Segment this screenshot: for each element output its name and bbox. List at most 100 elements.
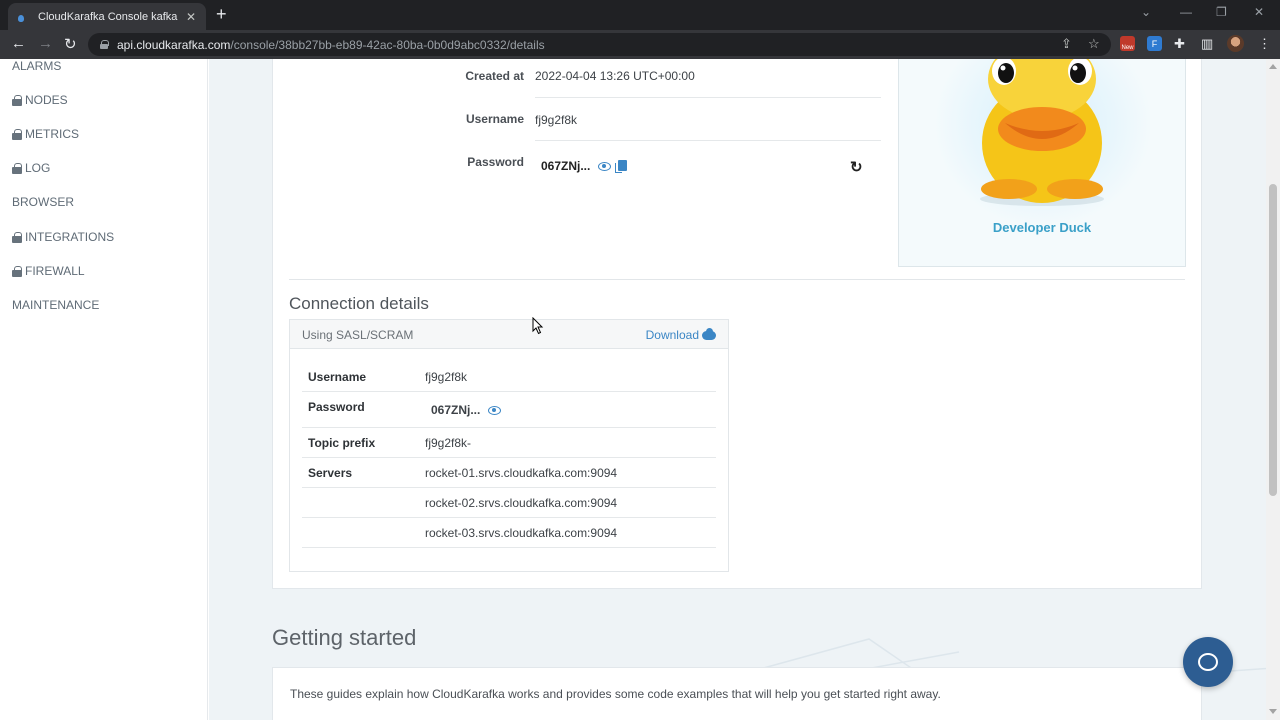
favicon-icon [18,12,28,22]
conn-password-value: 067ZNj... [431,403,501,417]
connection-details-box: Using SASL/SCRAM Download Username fj9g2… [289,319,729,572]
browser-menu-icon[interactable]: ⋮ [1258,36,1271,52]
sidebar-item-label: BROWSER [12,195,75,209]
browser-toolbar: ← → ↻ api.cloudkarafka.com /console/38bb… [0,30,1280,59]
extensions-puzzle-icon[interactable]: ✚ [1174,36,1185,52]
lock-icon [12,231,22,243]
forward-icon[interactable]: → [38,35,53,52]
minimize-icon[interactable]: — [1180,5,1192,19]
username-value: fj9g2f8k [535,113,578,127]
password-value: 067ZNj... [541,159,611,173]
sidebar-item-browser[interactable]: BROWSER [12,195,74,209]
tab-title: CloudKarafka Console kafka app [38,10,180,23]
bookmark-star-icon[interactable]: ☆ [1088,36,1100,52]
main-content: Created at 2022-04-04 13:26 UTC+00:00 Us… [209,59,1266,720]
conn-username-label: Username [308,370,367,384]
row-divider [302,517,716,518]
share-icon[interactable]: ⇪ [1061,36,1072,52]
developer-duck-illustration [980,59,1104,206]
password-masked-text: 067ZNj... [541,159,591,173]
show-password-eye-icon[interactable] [487,406,501,416]
chat-bubble-icon [1198,653,1218,671]
lock-icon [12,162,22,174]
username-label: Username [465,112,524,126]
row-divider [302,457,716,458]
new-tab-icon[interactable]: + [216,4,227,25]
copy-password-icon[interactable] [615,160,627,173]
conn-password-label: Password [308,400,365,414]
password-masked-text: 067ZNj... [431,403,481,417]
connection-details-title: Connection details [289,294,429,313]
sidebar-item-metrics[interactable]: METRICS [12,127,79,141]
server-item: rocket-01.srvs.cloudkafka.com:9094 [425,466,618,480]
url-path: /console/38bb27bb-eb89-42ac-80ba-0b0d9ab… [230,37,545,52]
conn-servers-label: Servers [308,466,353,480]
scroll-thumb[interactable] [1269,184,1277,496]
f-extension-label: F [1151,38,1158,49]
row-divider [535,97,881,98]
sidebar-item-nodes[interactable]: NODES [12,93,68,107]
sidebar-item-log[interactable]: LOG [12,161,50,175]
tab-close-icon[interactable]: ✕ [186,10,196,24]
sidebar-item-maintenance[interactable]: MAINTENANCE [12,298,99,312]
row-divider [302,391,716,392]
sidebar-item-label: INTEGRATIONS [25,230,115,244]
new-extension-icon[interactable]: New [1120,36,1135,51]
server-item: rocket-02.srvs.cloudkafka.com:9094 [425,496,618,510]
plan-name: Developer Duck [992,220,1092,235]
url-host: api.cloudkarafka.com [117,37,231,52]
browser-tab[interactable]: CloudKarafka Console kafka app ✕ [8,3,206,30]
conn-topic-prefix-label: Topic prefix [308,436,376,450]
connection-method: Using SASL/SCRAM [302,328,414,342]
getting-started-title: Getting started [272,625,417,650]
scroll-down-icon[interactable] [1269,709,1277,714]
conn-username-value: fj9g2f8k [425,370,468,384]
row-divider [302,427,716,428]
mouse-cursor-icon [532,317,544,335]
lock-icon [12,128,22,140]
row-divider [535,140,881,141]
lock-icon [12,94,22,106]
sidebar-item-label: ALARMS [12,59,62,73]
tab-search-icon[interactable]: ⌄ [1141,5,1151,19]
reload-icon[interactable]: ↻ [64,35,77,53]
rotate-password-icon[interactable]: ↻ [850,158,863,176]
getting-started-card: These guides explain how CloudKarafka wo… [272,667,1202,720]
maximize-icon[interactable]: ❐ [1216,5,1227,19]
address-bar[interactable]: api.cloudkarafka.com /console/38bb27bb-e… [88,33,1111,56]
side-panel-icon[interactable]: ▥ [1201,36,1213,52]
sidebar: ALARMS NODES METRICS LOG BROWSER INTEGRA… [0,59,208,720]
conn-topic-prefix-value: fj9g2f8k- [425,436,472,450]
section-divider [289,279,1185,280]
getting-started-text: These guides explain how CloudKarafka wo… [290,687,941,701]
profile-avatar[interactable] [1227,35,1244,52]
sidebar-item-label: MAINTENANCE [12,298,100,312]
new-badge: New [1121,44,1134,51]
f-extension-icon[interactable]: F [1147,36,1162,51]
created-at-value: 2022-04-04 13:26 UTC+00:00 [535,69,695,83]
connection-header: Using SASL/SCRAM Download [290,320,728,349]
cloud-download-icon [702,327,716,340]
row-divider [302,487,716,488]
sidebar-item-firewall[interactable]: FIREWALL [12,264,85,278]
scroll-up-icon[interactable] [1269,64,1277,69]
window-close-icon[interactable]: ✕ [1254,5,1264,19]
sidebar-item-label: METRICS [25,127,79,141]
download-label: Download [645,328,699,342]
row-divider [302,547,716,548]
created-at-label: Created at [465,69,524,83]
secure-lock-icon[interactable] [100,40,109,49]
show-password-eye-icon[interactable] [597,162,611,172]
sidebar-item-alarms[interactable]: ALARMS [12,59,61,73]
page-scrollbar[interactable] [1266,59,1280,720]
server-item: rocket-03.srvs.cloudkafka.com:9094 [425,526,618,540]
download-button[interactable]: Download [645,327,716,342]
lock-icon [12,265,22,277]
browser-tab-bar: CloudKarafka Console kafka app ✕ + ⌄ — ❐… [0,0,1280,30]
sidebar-item-label: NODES [25,93,68,107]
sidebar-item-integrations[interactable]: INTEGRATIONS [12,230,114,244]
support-chat-button[interactable] [1183,637,1233,687]
back-icon[interactable]: ← [11,35,26,52]
password-label: Password [467,155,524,169]
sidebar-item-label: FIREWALL [25,264,85,278]
